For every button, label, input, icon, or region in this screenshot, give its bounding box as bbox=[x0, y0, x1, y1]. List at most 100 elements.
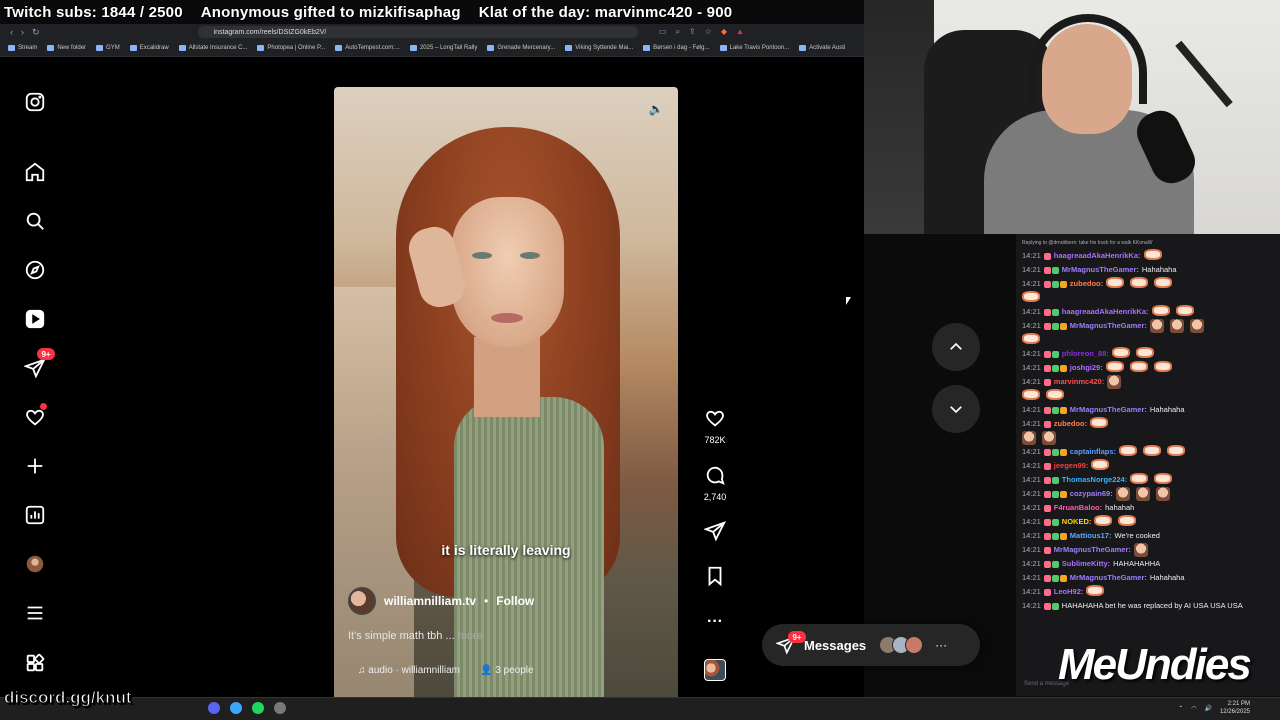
dashboard-icon[interactable] bbox=[23, 503, 47, 527]
spotify-app-icon[interactable] bbox=[252, 702, 264, 714]
chevron-up-icon[interactable]: ⌃ bbox=[1178, 705, 1183, 712]
volume-icon[interactable]: 🔊 bbox=[1204, 705, 1211, 712]
chat-username[interactable]: MrMagnusTheGamer: bbox=[1070, 571, 1147, 585]
chat-emote bbox=[1143, 249, 1162, 260]
share-button[interactable] bbox=[700, 520, 730, 547]
bookmark-item[interactable]: Excalidraw bbox=[129, 45, 169, 51]
more-link[interactable]: more bbox=[458, 630, 483, 642]
chat-badges bbox=[1043, 529, 1067, 543]
chat-username[interactable]: MrMagnusTheGamer: bbox=[1062, 263, 1139, 277]
wifi-icon[interactable]: ◠ bbox=[1191, 705, 1196, 712]
forward-icon[interactable]: › bbox=[21, 27, 24, 37]
search-icon[interactable] bbox=[23, 209, 47, 233]
chat-username[interactable]: cozypain69: bbox=[1070, 487, 1113, 501]
mute-icon[interactable]: 🔈 bbox=[646, 99, 666, 119]
chat-username[interactable]: Mattious17: bbox=[1070, 529, 1112, 543]
bookmark-item[interactable]: Photopea | Online P... bbox=[257, 45, 325, 51]
chat-username[interactable]: zubedoo: bbox=[1070, 277, 1103, 291]
chat-emote bbox=[1022, 389, 1040, 400]
chat-username[interactable]: LeoH92: bbox=[1054, 585, 1084, 599]
cast-icon[interactable]: ▭ bbox=[659, 27, 667, 37]
chat-username[interactable]: phloreon_88: bbox=[1062, 347, 1109, 361]
home-icon[interactable] bbox=[23, 160, 47, 184]
edge-app-icon[interactable] bbox=[230, 702, 242, 714]
bookmark-favicon-icon bbox=[47, 45, 55, 51]
chat-emote bbox=[1135, 347, 1154, 358]
instagram-logo-icon[interactable] bbox=[23, 90, 47, 114]
chat-message: 14:21 cozypain69: bbox=[1022, 487, 1274, 501]
save-button[interactable] bbox=[700, 565, 730, 592]
clock-date: 12/26/2025 bbox=[1219, 709, 1250, 715]
bookmark-item[interactable]: Allstate Insurance C... bbox=[178, 45, 247, 51]
audio-thumbnail[interactable] bbox=[700, 659, 730, 681]
author-name[interactable]: williamnilliam.tv bbox=[384, 594, 476, 608]
create-icon[interactable] bbox=[23, 454, 47, 478]
bookmark-item[interactable]: GYM bbox=[96, 45, 120, 51]
explore-icon[interactable] bbox=[23, 258, 47, 282]
audio-link[interactable]: ♫ audio · williamnilliam bbox=[358, 665, 460, 676]
messages-button[interactable]: 9+ Messages ··· bbox=[762, 624, 980, 666]
reels-icon[interactable] bbox=[23, 307, 47, 331]
bookmark-item[interactable]: 2025 – LongTail Rally bbox=[409, 45, 477, 51]
chat-username[interactable]: NOKED: bbox=[1062, 515, 1092, 529]
share-icon[interactable]: ⇪ bbox=[689, 27, 696, 37]
chat-timestamp: 14:21 bbox=[1022, 531, 1041, 540]
tagged-people[interactable]: 👤 3 people bbox=[480, 665, 534, 676]
chat-username[interactable]: SublimeKitty: bbox=[1062, 557, 1110, 571]
bookmark-item[interactable]: Activate Austi bbox=[799, 45, 845, 51]
bookmark-item[interactable]: Stream bbox=[8, 45, 37, 51]
chat-username[interactable]: haagreaadAkaHenrikKa: bbox=[1054, 249, 1141, 263]
next-reel-button[interactable] bbox=[932, 385, 980, 433]
bookmark-item[interactable]: Lake Travis Pontoon... bbox=[719, 45, 789, 51]
clock[interactable]: 2:21 PM 12/26/2025 bbox=[1220, 700, 1250, 716]
reload-icon[interactable]: ↻ bbox=[32, 27, 40, 38]
url-input[interactable]: instagram.com/reels/DSIZG0kEb2V/ bbox=[197, 26, 638, 38]
bookmark-label: Stream bbox=[18, 45, 38, 51]
reel-video[interactable]: 🔈 it is literally leaving williamnilliam… bbox=[334, 87, 678, 697]
also-from-meta-icon[interactable] bbox=[23, 651, 47, 675]
bookmark-favicon-icon bbox=[565, 45, 573, 51]
chat-username[interactable]: F4ruanBaloo: bbox=[1054, 501, 1102, 515]
chat-username[interactable]: MrMagnusTheGamer: bbox=[1054, 543, 1131, 557]
chat-message: 14:21 HAHAHAHA bet he was replaced by AI … bbox=[1022, 599, 1274, 613]
chat-username[interactable]: joshgi29: bbox=[1070, 361, 1103, 375]
chat-emote bbox=[1151, 305, 1170, 316]
profile-icon[interactable] bbox=[23, 552, 47, 576]
chat-username[interactable]: marvinmc420: bbox=[1054, 375, 1104, 389]
app-icon[interactable] bbox=[274, 702, 286, 714]
chat-username[interactable]: haagreaadAkaHenrikKa: bbox=[1062, 305, 1149, 319]
bookmark-item[interactable]: Viking Syttende Mai... bbox=[565, 45, 633, 51]
bookmark-item[interactable]: Børsen i dag - Følg... bbox=[643, 45, 710, 51]
comment-button[interactable]: 2,740 bbox=[700, 464, 730, 502]
chat-message: 14:21 F4ruanBaloo: hahahah bbox=[1022, 501, 1274, 515]
more-icon[interactable] bbox=[23, 601, 47, 625]
discord-app-icon[interactable] bbox=[208, 702, 220, 714]
bookmark-item[interactable]: New folder bbox=[47, 45, 86, 51]
notifications-icon[interactable] bbox=[23, 403, 47, 429]
bookmark-star-icon[interactable]: ☆ bbox=[705, 27, 712, 37]
bookmark-item[interactable]: Grenade Mercenary... bbox=[487, 45, 555, 51]
reel-subject-face bbox=[452, 197, 564, 347]
back-icon[interactable]: ‹ bbox=[10, 27, 13, 37]
like-button[interactable]: 782K bbox=[700, 407, 730, 445]
chat-username[interactable]: captainflaps: bbox=[1070, 445, 1116, 459]
chat-username[interactable]: ThomasNorge224: bbox=[1062, 473, 1127, 487]
extension-icons: ▭ ⌕ ⇪ ☆ ◆ ▲ bbox=[659, 27, 864, 37]
rewards-icon[interactable]: ▲ bbox=[736, 27, 744, 37]
chat-badges bbox=[1043, 585, 1051, 599]
chat-emote bbox=[1119, 445, 1138, 456]
chat-username[interactable]: jeegen99: bbox=[1054, 459, 1089, 473]
chat-username[interactable]: zubedoo: bbox=[1054, 417, 1087, 431]
zoom-icon[interactable]: ⌕ bbox=[676, 27, 680, 37]
follow-button[interactable]: Follow bbox=[496, 594, 534, 608]
bookmark-item[interactable]: AutoTempest.com:... bbox=[335, 45, 400, 51]
chat-username[interactable]: MrMagnusTheGamer: bbox=[1070, 319, 1147, 333]
chat-timestamp: 14:21 bbox=[1022, 377, 1041, 386]
messages-icon[interactable]: 9+ bbox=[23, 348, 55, 380]
chat-username[interactable]: MrMagnusTheGamer: bbox=[1070, 403, 1147, 417]
author-avatar[interactable] bbox=[348, 587, 376, 615]
brave-icon[interactable]: ◆ bbox=[721, 27, 727, 37]
more-options-icon[interactable]: ··· bbox=[700, 613, 730, 631]
previous-reel-button[interactable] bbox=[932, 323, 980, 371]
reply-context: Replying to @drnobbern: take his truck f… bbox=[1022, 240, 1153, 246]
